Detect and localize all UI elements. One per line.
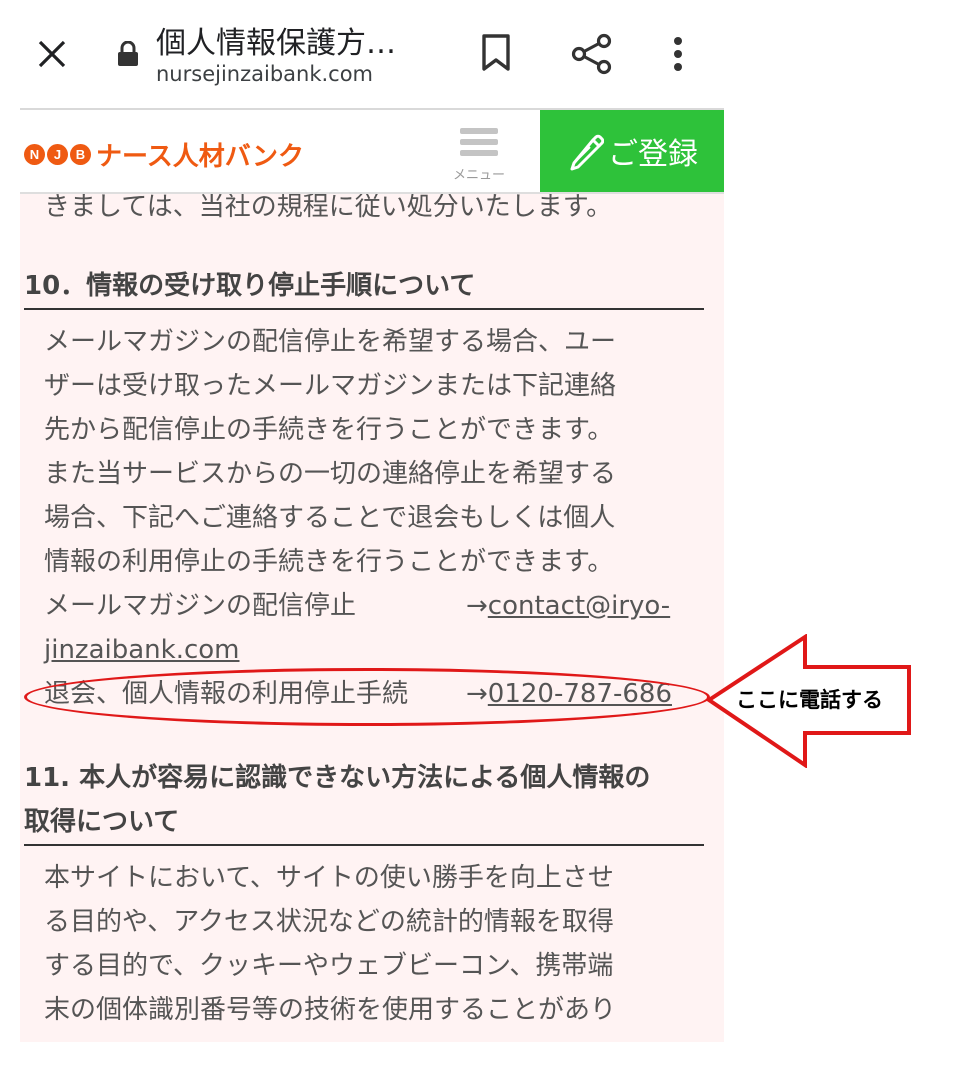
text-line: 末の個体識別番号等の技術を使用することがあり bbox=[44, 995, 617, 1025]
text-line: る目的や、アクセス状況などの統計的情報を取得 bbox=[44, 907, 614, 937]
section-11-body: 本サイトにおいて、サイトの使い勝手を向上させ る目的や、アクセス状況などの統計的… bbox=[44, 856, 684, 1032]
mail-stop-label: メールマガジンの配信停止 bbox=[44, 591, 357, 621]
text-line: 本サイトにおいて、サイトの使い勝手を向上させ bbox=[44, 863, 614, 893]
contact-email-link[interactable]: contact@iryo- bbox=[488, 584, 670, 628]
register-button[interactable]: ご登録 bbox=[540, 110, 724, 192]
page-url[interactable]: nursejinzaibank.com bbox=[156, 62, 373, 86]
text-line: また当サービスからの一切の連絡停止を希望する bbox=[44, 459, 617, 489]
logo-badge: N bbox=[24, 144, 45, 165]
paragraph-fragment: きましては、当社の規程に従い処分いたします。 bbox=[44, 192, 613, 218]
bookmark-icon[interactable] bbox=[476, 30, 516, 76]
text-line: ザーは受け取ったメールマガジンまたは下記連絡 bbox=[44, 371, 617, 401]
arrow-glyph: → bbox=[466, 591, 488, 621]
logo-text: ナース人材バンク bbox=[96, 142, 305, 172]
section-10-body: メールマガジンの配信停止を希望する場合、ユー ザーは受け取ったメールマガジンまた… bbox=[44, 320, 684, 716]
section-11-heading: 11. 本人が容易に認識できない方法による個人情報の 取得について bbox=[24, 756, 704, 846]
pencil-icon bbox=[570, 134, 604, 171]
web-page: きましては、当社の規程に従い処分いたします。 10．情報の受け取り停止手順につい… bbox=[20, 108, 724, 1042]
text-line: 場合、下記へご連絡することで退会もしくは個人 bbox=[44, 503, 616, 533]
mail-stop-row: メールマガジンの配信停止 → contact@iryo- bbox=[44, 584, 684, 628]
browser-toolbar: 個人情報保護方… nursejinzaibank.com bbox=[0, 0, 957, 108]
register-label: ご登録 bbox=[608, 137, 698, 172]
site-logo[interactable]: N J B ナース人材バンク bbox=[24, 136, 304, 173]
text-line: メールマガジンの配信停止を希望する場合、ユー bbox=[44, 327, 617, 357]
section-10-heading: 10．情報の受け取り停止手順について bbox=[24, 264, 704, 310]
lock-icon bbox=[116, 40, 140, 68]
menu-label: メニュー bbox=[452, 168, 505, 183]
close-icon[interactable] bbox=[30, 32, 74, 76]
text-line: 先から配信停止の手続きを行うことができます。 bbox=[44, 415, 614, 445]
highlight-oval bbox=[24, 668, 710, 726]
section-11-heading-line2: 取得について bbox=[24, 807, 180, 837]
hamburger-icon bbox=[460, 126, 498, 156]
logo-badge: B bbox=[70, 144, 91, 165]
callout-text: ここに電話する bbox=[736, 688, 883, 712]
contact-email-link-cont[interactable]: jinzaibank.com bbox=[44, 635, 240, 665]
site-header: N J B ナース人材バンク メニュー ご登録 bbox=[20, 110, 724, 194]
logo-badge: J bbox=[47, 144, 68, 165]
more-options-icon[interactable] bbox=[660, 30, 696, 78]
menu-button[interactable]: メニュー bbox=[444, 126, 514, 190]
share-icon[interactable] bbox=[568, 30, 616, 78]
section-11-heading-line1: 11. 本人が容易に認識できない方法による個人情報の bbox=[24, 763, 651, 793]
text-line: する目的で、クッキーやウェブビーコン、携帯端 bbox=[44, 951, 614, 981]
text-line: 情報の利用停止の手続きを行うことができます。 bbox=[44, 547, 614, 577]
page-title: 個人情報保護方… bbox=[156, 26, 396, 61]
